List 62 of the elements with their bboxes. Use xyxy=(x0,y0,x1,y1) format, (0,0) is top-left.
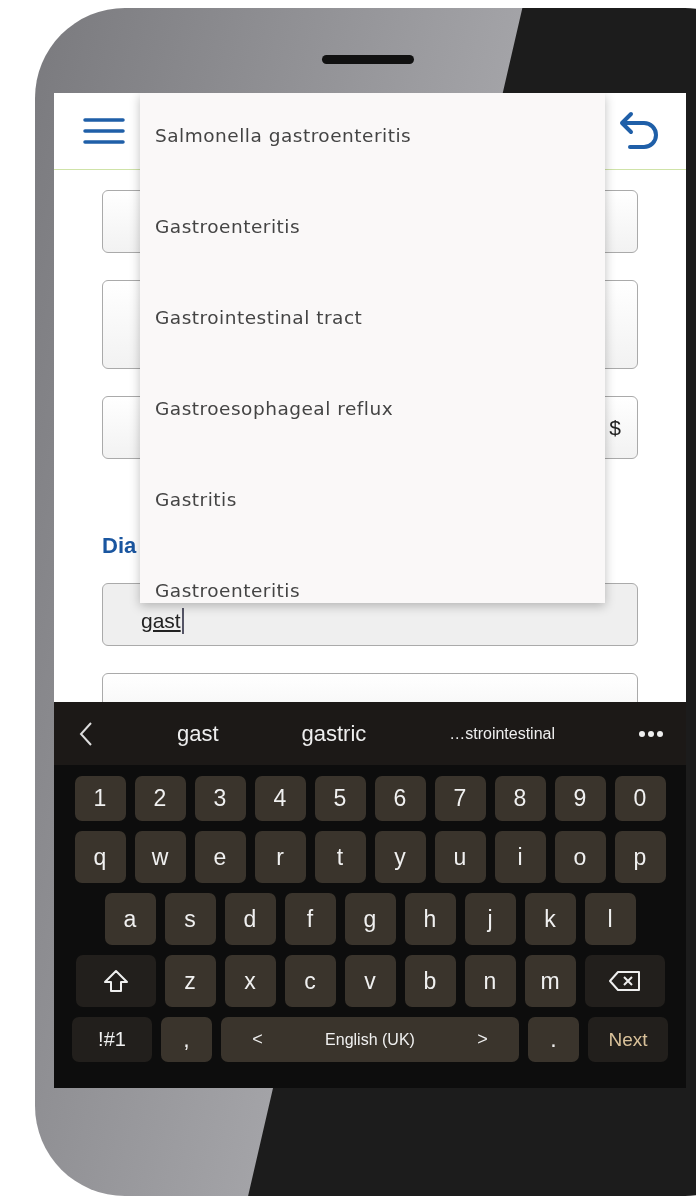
suggestion-item[interactable]: Gastrointestinal tract xyxy=(140,305,605,330)
keyboard-key[interactable]: f xyxy=(284,893,336,945)
suggestion-item[interactable]: Gastroenteritis xyxy=(140,214,605,239)
keyboard-key[interactable]: 8 xyxy=(494,776,546,821)
keyboard-key[interactable]: 0 xyxy=(614,776,666,821)
word-suggestion[interactable]: …strointestinal xyxy=(449,724,556,743)
shift-icon xyxy=(102,969,129,993)
keyboard-key[interactable]: e xyxy=(194,831,246,883)
more-icon[interactable] xyxy=(637,729,664,738)
suggestion-item[interactable]: Gastroesophageal reflux xyxy=(140,396,605,421)
keyboard-key[interactable]: 3 xyxy=(194,776,246,821)
keyboard-key[interactable]: q xyxy=(74,831,126,883)
keyboard-key[interactable]: o xyxy=(554,831,606,883)
language-left-arrow[interactable]: < xyxy=(252,1029,263,1050)
language-right-arrow[interactable]: > xyxy=(477,1029,488,1050)
keyboard-key[interactable]: s xyxy=(164,893,216,945)
keyboard-key[interactable]: r xyxy=(254,831,306,883)
shift-key[interactable] xyxy=(75,955,156,1007)
next-key[interactable]: Next xyxy=(588,1017,668,1062)
keyboard-key[interactable]: 6 xyxy=(374,776,426,821)
menu-icon[interactable] xyxy=(83,117,125,145)
backspace-key[interactable] xyxy=(584,955,665,1007)
keyboard-key[interactable]: w xyxy=(134,831,186,883)
keyboard-key[interactable]: a xyxy=(104,893,156,945)
keyboard-key[interactable]: m xyxy=(524,955,576,1007)
suggestion-item[interactable]: Gastritis xyxy=(140,487,605,512)
keyboard-key[interactable]: u xyxy=(434,831,486,883)
keyboard-key[interactable]: n xyxy=(464,955,516,1007)
word-suggestion[interactable]: gast xyxy=(176,720,219,747)
keyboard-key[interactable]: k xyxy=(524,893,576,945)
keyboard-key[interactable]: i xyxy=(494,831,546,883)
keyboard-key[interactable]: 1 xyxy=(74,776,126,821)
keyboard-key[interactable]: d xyxy=(224,893,276,945)
keyboard-key[interactable]: , xyxy=(161,1017,212,1062)
keyboard-key[interactable]: b xyxy=(404,955,456,1007)
keyboard-key[interactable]: 7 xyxy=(434,776,486,821)
keyboard-key[interactable]: g xyxy=(344,893,396,945)
keyboard-key[interactable]: p xyxy=(614,831,666,883)
suggestion-item[interactable]: Salmonella gastroenteritis xyxy=(140,123,605,148)
keyboard-key[interactable]: 2 xyxy=(134,776,186,821)
keyboard-key[interactable]: c xyxy=(284,955,336,1007)
symbols-key[interactable]: !#1 xyxy=(72,1017,152,1062)
section-heading: Dia xyxy=(102,533,138,559)
language-label: English (UK) xyxy=(325,1030,415,1049)
keyboard-key[interactable]: 4 xyxy=(254,776,306,821)
keyboard-key[interactable]: z xyxy=(164,955,216,1007)
keyboard-key[interactable]: h xyxy=(404,893,456,945)
keyboard-key[interactable]: 5 xyxy=(314,776,366,821)
undo-icon[interactable] xyxy=(618,111,660,151)
keyboard-key[interactable]: j xyxy=(464,893,516,945)
keyboard-key[interactable]: 9 xyxy=(554,776,606,821)
keyboard-key[interactable]: x xyxy=(224,955,276,1007)
text-cursor xyxy=(181,607,184,634)
keyboard-key[interactable]: v xyxy=(344,955,396,1007)
backspace-icon xyxy=(607,970,642,992)
keyboard-key[interactable]: . xyxy=(528,1017,579,1062)
currency-symbol: $ xyxy=(609,415,621,440)
keyboard-key[interactable]: l xyxy=(584,893,636,945)
keyboard-key[interactable]: t xyxy=(314,831,366,883)
keyboard-key[interactable]: y xyxy=(374,831,426,883)
space-bar[interactable]: < English (UK) > xyxy=(221,1017,519,1062)
word-suggestion[interactable]: gastric xyxy=(301,720,367,747)
